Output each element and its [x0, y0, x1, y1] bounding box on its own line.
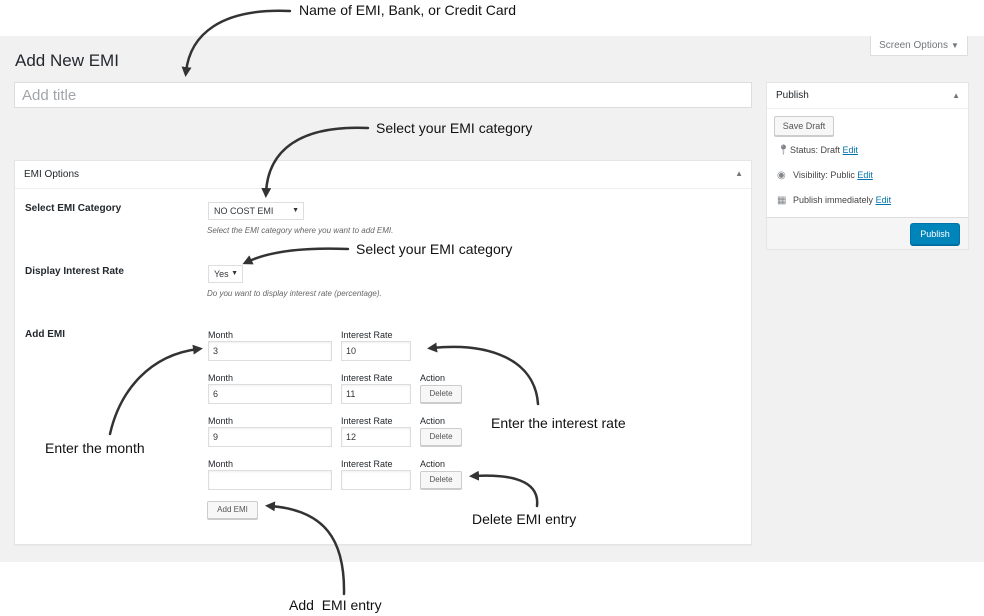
edit-status-link[interactable]: Edit	[843, 145, 859, 155]
status-text: Status: Draft	[790, 145, 841, 155]
interest-rate-input[interactable]: 10	[341, 341, 411, 361]
interest-rate-input[interactable]: 11	[341, 384, 411, 404]
select-emi-category-label: Select EMI Category	[25, 203, 122, 214]
interest-rate-column-label: Interest Rate	[341, 373, 393, 383]
interest-rate-column-label: Interest Rate	[341, 459, 393, 469]
title-input[interactable]	[14, 82, 752, 108]
display-interest-rate-label: Display Interest Rate	[25, 266, 124, 277]
publish-button[interactable]: Publish	[910, 223, 960, 245]
publish-actions: Publish	[767, 217, 968, 249]
select-caret-icon: ▼	[231, 270, 238, 277]
emi-options-title: EMI Options	[24, 169, 80, 180]
annotation-category: Select your EMI category	[376, 120, 533, 136]
screen-options-label: Screen Options	[879, 40, 948, 51]
annotation-category-2: Select your EMI category	[356, 241, 513, 257]
publish-box: Publish ▲ Save Draft 📍︎Status: Draft Edi…	[766, 82, 969, 250]
action-column-label: Action	[420, 459, 446, 469]
pin-icon: 📍︎	[777, 145, 790, 156]
annotation-month: Enter the month	[45, 440, 145, 456]
edit-schedule-link[interactable]: Edit	[876, 195, 892, 205]
collapse-toggle-icon[interactable]: ▲	[735, 169, 743, 178]
interest-rate-column-label: Interest Rate	[341, 330, 393, 340]
emi-category-description: Select the EMI category where you want t…	[207, 226, 394, 235]
collapse-toggle-icon[interactable]: ▲	[952, 91, 960, 100]
save-draft-button[interactable]: Save Draft	[774, 116, 834, 136]
action-column-label: Action	[420, 416, 446, 426]
month-input[interactable]	[208, 470, 332, 490]
select-caret-icon: ▼	[292, 207, 299, 214]
page-title: Add New EMI	[15, 51, 119, 70]
visibility-row: ◉ Visibility: Public Edit	[777, 170, 873, 181]
month-column-label: Month	[208, 373, 234, 383]
delete-emi-button[interactable]: Delete	[420, 471, 462, 489]
interest-rate-input[interactable]: 12	[341, 427, 411, 447]
caret-down-icon: ▼	[951, 41, 959, 50]
schedule-row: ▦ Publish immediately Edit	[777, 195, 891, 206]
add-emi-button[interactable]: Add EMI	[207, 501, 258, 519]
schedule-text: Publish immediately	[793, 195, 874, 205]
screen-options-tab[interactable]: Screen Options ▼	[870, 36, 968, 56]
interest-rate-selected: Yes	[214, 269, 229, 279]
interest-rate-select[interactable]: Yes ▼	[208, 265, 243, 283]
emi-options-header[interactable]: EMI Options ▲	[15, 161, 751, 189]
publish-header[interactable]: Publish ▲	[767, 83, 968, 109]
annotation-delete: Delete EMI entry	[472, 511, 577, 527]
calendar-icon: ▦	[777, 195, 787, 206]
emi-options-box: EMI Options ▲ Select EMI Category NO COS…	[14, 160, 752, 545]
month-column-label: Month	[208, 330, 234, 340]
interest-rate-input[interactable]	[341, 470, 411, 490]
annotation-rate: Enter the interest rate	[491, 415, 626, 431]
month-input[interactable]: 3	[208, 341, 332, 361]
emi-category-select[interactable]: NO COST EMI ▼	[208, 202, 304, 220]
interest-rate-column-label: Interest Rate	[341, 416, 393, 426]
month-column-label: Month	[208, 459, 234, 469]
emi-category-selected: NO COST EMI	[214, 206, 274, 216]
add-emi-label: Add EMI	[25, 329, 65, 340]
action-column-label: Action	[420, 373, 446, 383]
interest-rate-description: Do you want to display interest rate (pe…	[207, 289, 382, 298]
visibility-text: Visibility: Public	[793, 170, 855, 180]
annotation-name: Name of EMI, Bank, or Credit Card	[299, 2, 517, 18]
delete-emi-button[interactable]: Delete	[420, 428, 462, 446]
month-column-label: Month	[208, 416, 234, 426]
delete-emi-button[interactable]: Delete	[420, 385, 462, 403]
publish-title: Publish	[776, 90, 809, 101]
edit-visibility-link[interactable]: Edit	[857, 170, 873, 180]
annotation-add: Add EMI entry	[289, 597, 382, 613]
status-row: 📍︎Status: Draft Edit	[777, 145, 858, 156]
month-input[interactable]: 9	[208, 427, 332, 447]
eye-icon: ◉	[777, 170, 786, 181]
month-input[interactable]: 6	[208, 384, 332, 404]
